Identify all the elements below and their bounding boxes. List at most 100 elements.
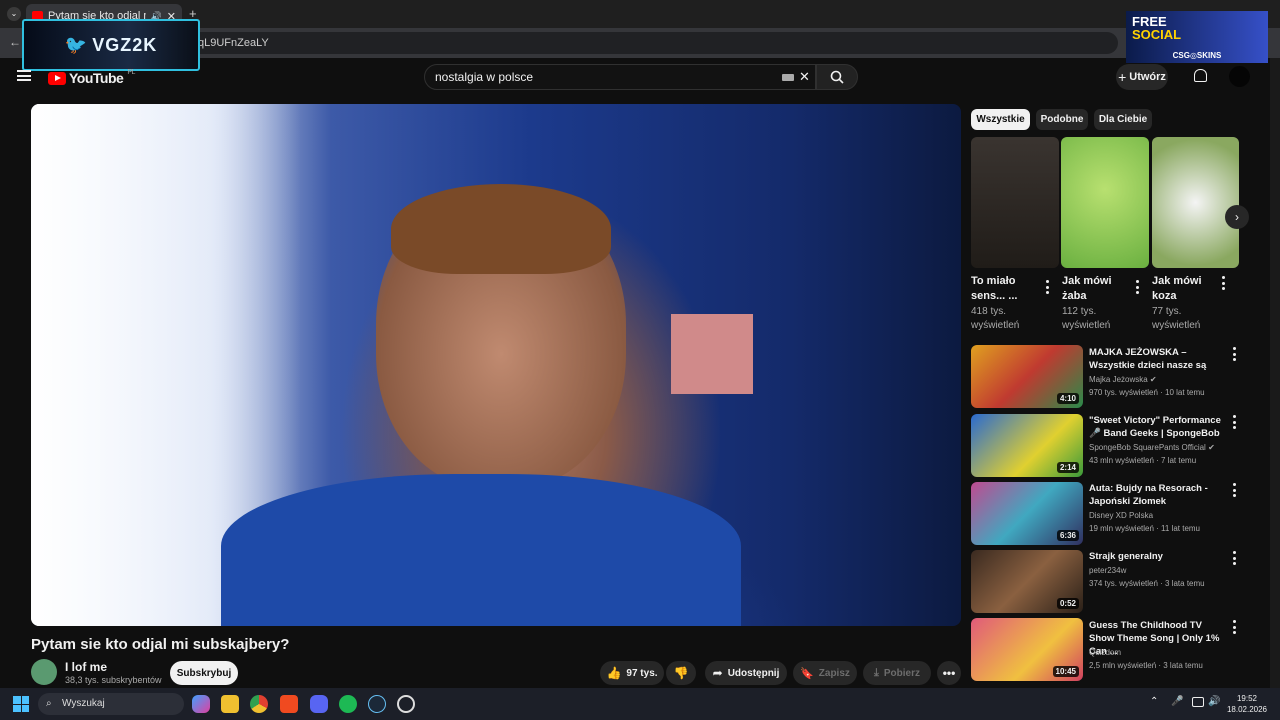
- channel-name[interactable]: I lof me: [65, 660, 107, 674]
- short-title[interactable]: Jak mówi koza: [1152, 274, 1222, 304]
- video-meta: 19 mln wyświetleń · 11 lat temu: [1089, 524, 1201, 533]
- short-views: 418 tys. wyświetleń: [971, 306, 1020, 331]
- chip-all[interactable]: Wszystkie: [971, 109, 1030, 130]
- video-channel[interactable]: peter234w: [1089, 566, 1126, 575]
- video-meta: 2,5 mln wyświetleń · 3 lata temu: [1089, 661, 1203, 670]
- volume-icon[interactable]: 🔊: [1208, 696, 1220, 707]
- video-thumbnail[interactable]: 2:14: [971, 414, 1083, 477]
- microphone-icon[interactable]: 🎤: [1171, 696, 1183, 707]
- windows-taskbar: ⌕ Wyszukaj ⌃ 🎤 🔊 19:52 18.02.2026: [0, 688, 1280, 720]
- promo-overlay: FREE SOCIAL CSG◎SKINS: [1126, 11, 1268, 63]
- brave-icon[interactable]: [280, 695, 298, 713]
- create-button[interactable]: + Utwórz: [1116, 64, 1168, 90]
- search-button[interactable]: [816, 64, 858, 90]
- video-title[interactable]: "Sweet Victory" Performance 🎤 Band Geeks…: [1089, 414, 1223, 440]
- video-menu-icon[interactable]: [1232, 415, 1236, 429]
- chrome-icon[interactable]: [250, 695, 268, 713]
- save-button[interactable]: 🔖 Zapisz: [793, 661, 857, 685]
- video-title[interactable]: MAJKA JEŻOWSKA – Wszystkie dzieci nasze …: [1089, 346, 1223, 372]
- short-menu-icon[interactable]: [1135, 280, 1139, 294]
- avatar[interactable]: [1229, 66, 1250, 87]
- hamburger-menu-icon[interactable]: [17, 70, 31, 81]
- app-icon[interactable]: [397, 695, 415, 713]
- video-thumbnail[interactable]: 6:36: [971, 482, 1083, 545]
- keyboard-icon[interactable]: [782, 74, 794, 81]
- create-label: Utwórz: [1129, 71, 1166, 83]
- more-horizontal-icon: •••: [942, 666, 956, 680]
- video-title[interactable]: Strajk generalny: [1089, 550, 1223, 563]
- video-menu-icon[interactable]: [1232, 620, 1236, 634]
- video-duration: 10:45: [1052, 666, 1079, 677]
- short-title[interactable]: Jak mówi żaba: [1062, 274, 1132, 304]
- short-thumbnail[interactable]: [971, 137, 1059, 268]
- taskbar-clock[interactable]: 19:52 18.02.2026: [1222, 693, 1272, 715]
- video-meta: 43 mln wyświetleń · 7 lat temu: [1089, 456, 1197, 465]
- file-explorer-icon[interactable]: [221, 695, 239, 713]
- subscribe-button[interactable]: Subskrybuj: [170, 661, 238, 685]
- video-thumbnail[interactable]: 0:52: [971, 550, 1083, 613]
- short-thumbnail[interactable]: [1061, 137, 1149, 268]
- download-icon: ⤓: [874, 666, 879, 679]
- spotify-icon[interactable]: [339, 695, 357, 713]
- video-menu-icon[interactable]: [1232, 551, 1236, 565]
- thumbs-down-icon: 👎: [673, 666, 689, 680]
- youtube-logo[interactable]: YouTube PL: [48, 68, 135, 86]
- short-thumbnail[interactable]: [1152, 137, 1239, 268]
- tab-list-chevron-icon[interactable]: ⌄: [7, 7, 21, 21]
- download-button[interactable]: ⤓ Pobierz: [863, 661, 931, 685]
- notifications-bell-icon[interactable]: [1194, 69, 1207, 82]
- video-frame-shirt: [221, 474, 741, 626]
- thumbs-up-icon: 👍: [606, 666, 622, 680]
- windows-start-icon[interactable]: [13, 696, 29, 712]
- verified-icon: ✔: [1149, 375, 1157, 384]
- clear-search-icon[interactable]: ✕: [799, 65, 810, 89]
- video-meta: 374 tys. wyświetleń · 3 lata temu: [1089, 579, 1205, 588]
- chip-for-you[interactable]: Dla Ciebie: [1094, 109, 1152, 130]
- video-duration: 2:14: [1056, 462, 1079, 473]
- like-button[interactable]: 👍 97 tys.: [600, 661, 664, 685]
- taskbar-search-placeholder: Wyszukaj: [62, 698, 105, 709]
- video-thumbnail[interactable]: 10:45: [971, 618, 1083, 681]
- share-icon: ➦: [712, 666, 723, 680]
- chip-related[interactable]: Podobne: [1036, 109, 1088, 130]
- save-label: Zapisz: [818, 667, 850, 679]
- page-scrollbar[interactable]: [1270, 58, 1280, 688]
- clock-date: 18.02.2026: [1226, 705, 1268, 714]
- share-button[interactable]: ➦ Udostępnij: [705, 661, 787, 685]
- youtube-header: YouTube PL nostalgia w polsce ✕ + Utwórz: [0, 58, 1270, 96]
- short-title[interactable]: To miało sens... ...: [971, 274, 1041, 304]
- logo-region: PL: [127, 68, 135, 76]
- video-menu-icon[interactable]: [1232, 347, 1236, 361]
- discord-icon[interactable]: [310, 695, 328, 713]
- video-frame-poster: [671, 314, 753, 394]
- search-icon: [830, 70, 844, 84]
- video-duration: 6:36: [1056, 530, 1079, 541]
- taskbar-search[interactable]: ⌕ Wyszukaj: [38, 693, 184, 715]
- more-actions-button[interactable]: •••: [937, 661, 961, 685]
- next-shorts-chevron-icon[interactable]: ›: [1225, 205, 1249, 229]
- back-arrow-icon[interactable]: ←: [9, 35, 21, 49]
- youtube-play-icon: [48, 71, 66, 85]
- short-menu-icon[interactable]: [1045, 280, 1049, 294]
- video-duration: 0:52: [1056, 598, 1079, 609]
- video-thumbnail[interactable]: 4:10: [971, 345, 1083, 408]
- channel-avatar[interactable]: [31, 659, 57, 685]
- copilot-icon[interactable]: [192, 695, 210, 713]
- short-menu-icon[interactable]: [1221, 276, 1225, 290]
- download-label: Pobierz: [883, 667, 920, 679]
- video-channel[interactable]: Quizdom: [1089, 648, 1121, 657]
- dislike-button[interactable]: 👎: [666, 661, 696, 685]
- video-title[interactable]: Auta: Bujdy na Resorach - Japoński Złome…: [1089, 482, 1223, 508]
- video-player[interactable]: [31, 104, 961, 626]
- network-icon[interactable]: [1192, 697, 1204, 707]
- verified-icon: ✔: [1208, 443, 1215, 452]
- bookmark-icon: 🔖: [800, 667, 814, 680]
- video-channel[interactable]: SpongeBob SquarePants Official ✔: [1089, 443, 1215, 452]
- video-channel[interactable]: Majka Jeżowska ✔: [1089, 375, 1157, 384]
- video-menu-icon[interactable]: [1232, 483, 1236, 497]
- video-title: Pytam sie kto odjal mi subskajbery?: [31, 636, 290, 653]
- video-channel[interactable]: Disney XD Polska: [1089, 511, 1153, 520]
- search-input[interactable]: nostalgia w polsce ✕: [424, 64, 816, 90]
- tray-chevron-icon[interactable]: ⌃: [1150, 696, 1158, 707]
- steam-icon[interactable]: [368, 695, 386, 713]
